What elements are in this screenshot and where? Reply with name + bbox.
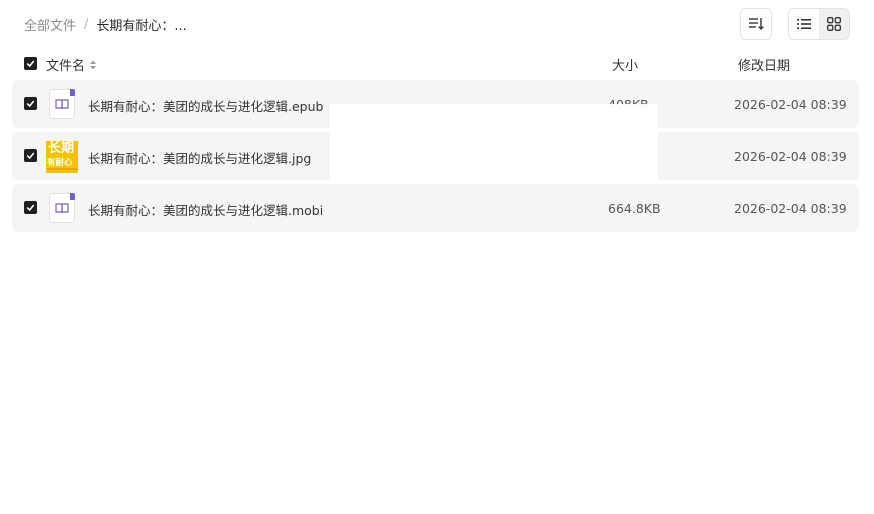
checkmark-icon: [26, 152, 35, 160]
file-row[interactable]: 长期有耐心：美团的成长与进化逻辑.mobi 664.8KB 2026-02-04…: [12, 184, 859, 232]
file-date: 2026-02-04 08:39: [734, 97, 847, 112]
loading-overlay: [330, 104, 658, 184]
list-view-icon: [797, 19, 811, 29]
ebook-icon: [55, 203, 69, 214]
thumbnail-subtitle: 有耐心: [47, 158, 73, 168]
row-checkbox[interactable]: [24, 149, 37, 162]
thumbnail-title: 长期: [48, 141, 75, 156]
breadcrumb-root-link[interactable]: 全部文件: [24, 15, 76, 34]
file-type-icon: [46, 89, 78, 121]
file-date: 2026-02-04 08:39: [734, 149, 847, 164]
list-view-button[interactable]: [789, 9, 819, 39]
row-checkbox[interactable]: [24, 97, 37, 110]
breadcrumb-separator: /: [84, 16, 89, 32]
ebook-icon: [55, 99, 69, 110]
file-size: 664.8KB: [608, 201, 661, 216]
sort-toggle-icon: [90, 60, 97, 69]
checkmark-icon: [26, 100, 35, 108]
column-header-date[interactable]: 修改日期: [738, 55, 790, 74]
grid-view-button[interactable]: [819, 9, 849, 39]
file-date: 2026-02-04 08:39: [734, 201, 847, 216]
checkmark-icon: [26, 60, 35, 68]
select-all-checkbox[interactable]: [24, 57, 37, 70]
sort-lines-icon: [749, 18, 764, 31]
column-header-size[interactable]: 大小: [612, 55, 638, 74]
row-checkbox[interactable]: [24, 201, 37, 214]
checkmark-icon: [26, 204, 35, 212]
column-header-name[interactable]: 文件名: [46, 55, 97, 74]
table-header: 文件名 大小 修改日期: [24, 54, 854, 74]
grid-view-icon: [827, 17, 841, 31]
view-toggle: [788, 8, 850, 40]
file-type-icon: [46, 193, 78, 225]
file-name[interactable]: 长期有耐心：美团的成长与进化逻辑.mobi: [88, 200, 323, 219]
image-thumbnail: 长期 有耐心: [46, 141, 78, 173]
breadcrumb: 全部文件 / 长期有耐心：...: [24, 14, 187, 34]
column-header-name-label: 文件名: [46, 59, 86, 74]
file-name[interactable]: 长期有耐心：美团的成长与进化逻辑.epub: [88, 96, 323, 115]
breadcrumb-current: 长期有耐心：...: [96, 18, 187, 34]
file-name[interactable]: 长期有耐心：美团的成长与进化逻辑.jpg: [88, 148, 311, 167]
sort-button[interactable]: [740, 8, 772, 40]
